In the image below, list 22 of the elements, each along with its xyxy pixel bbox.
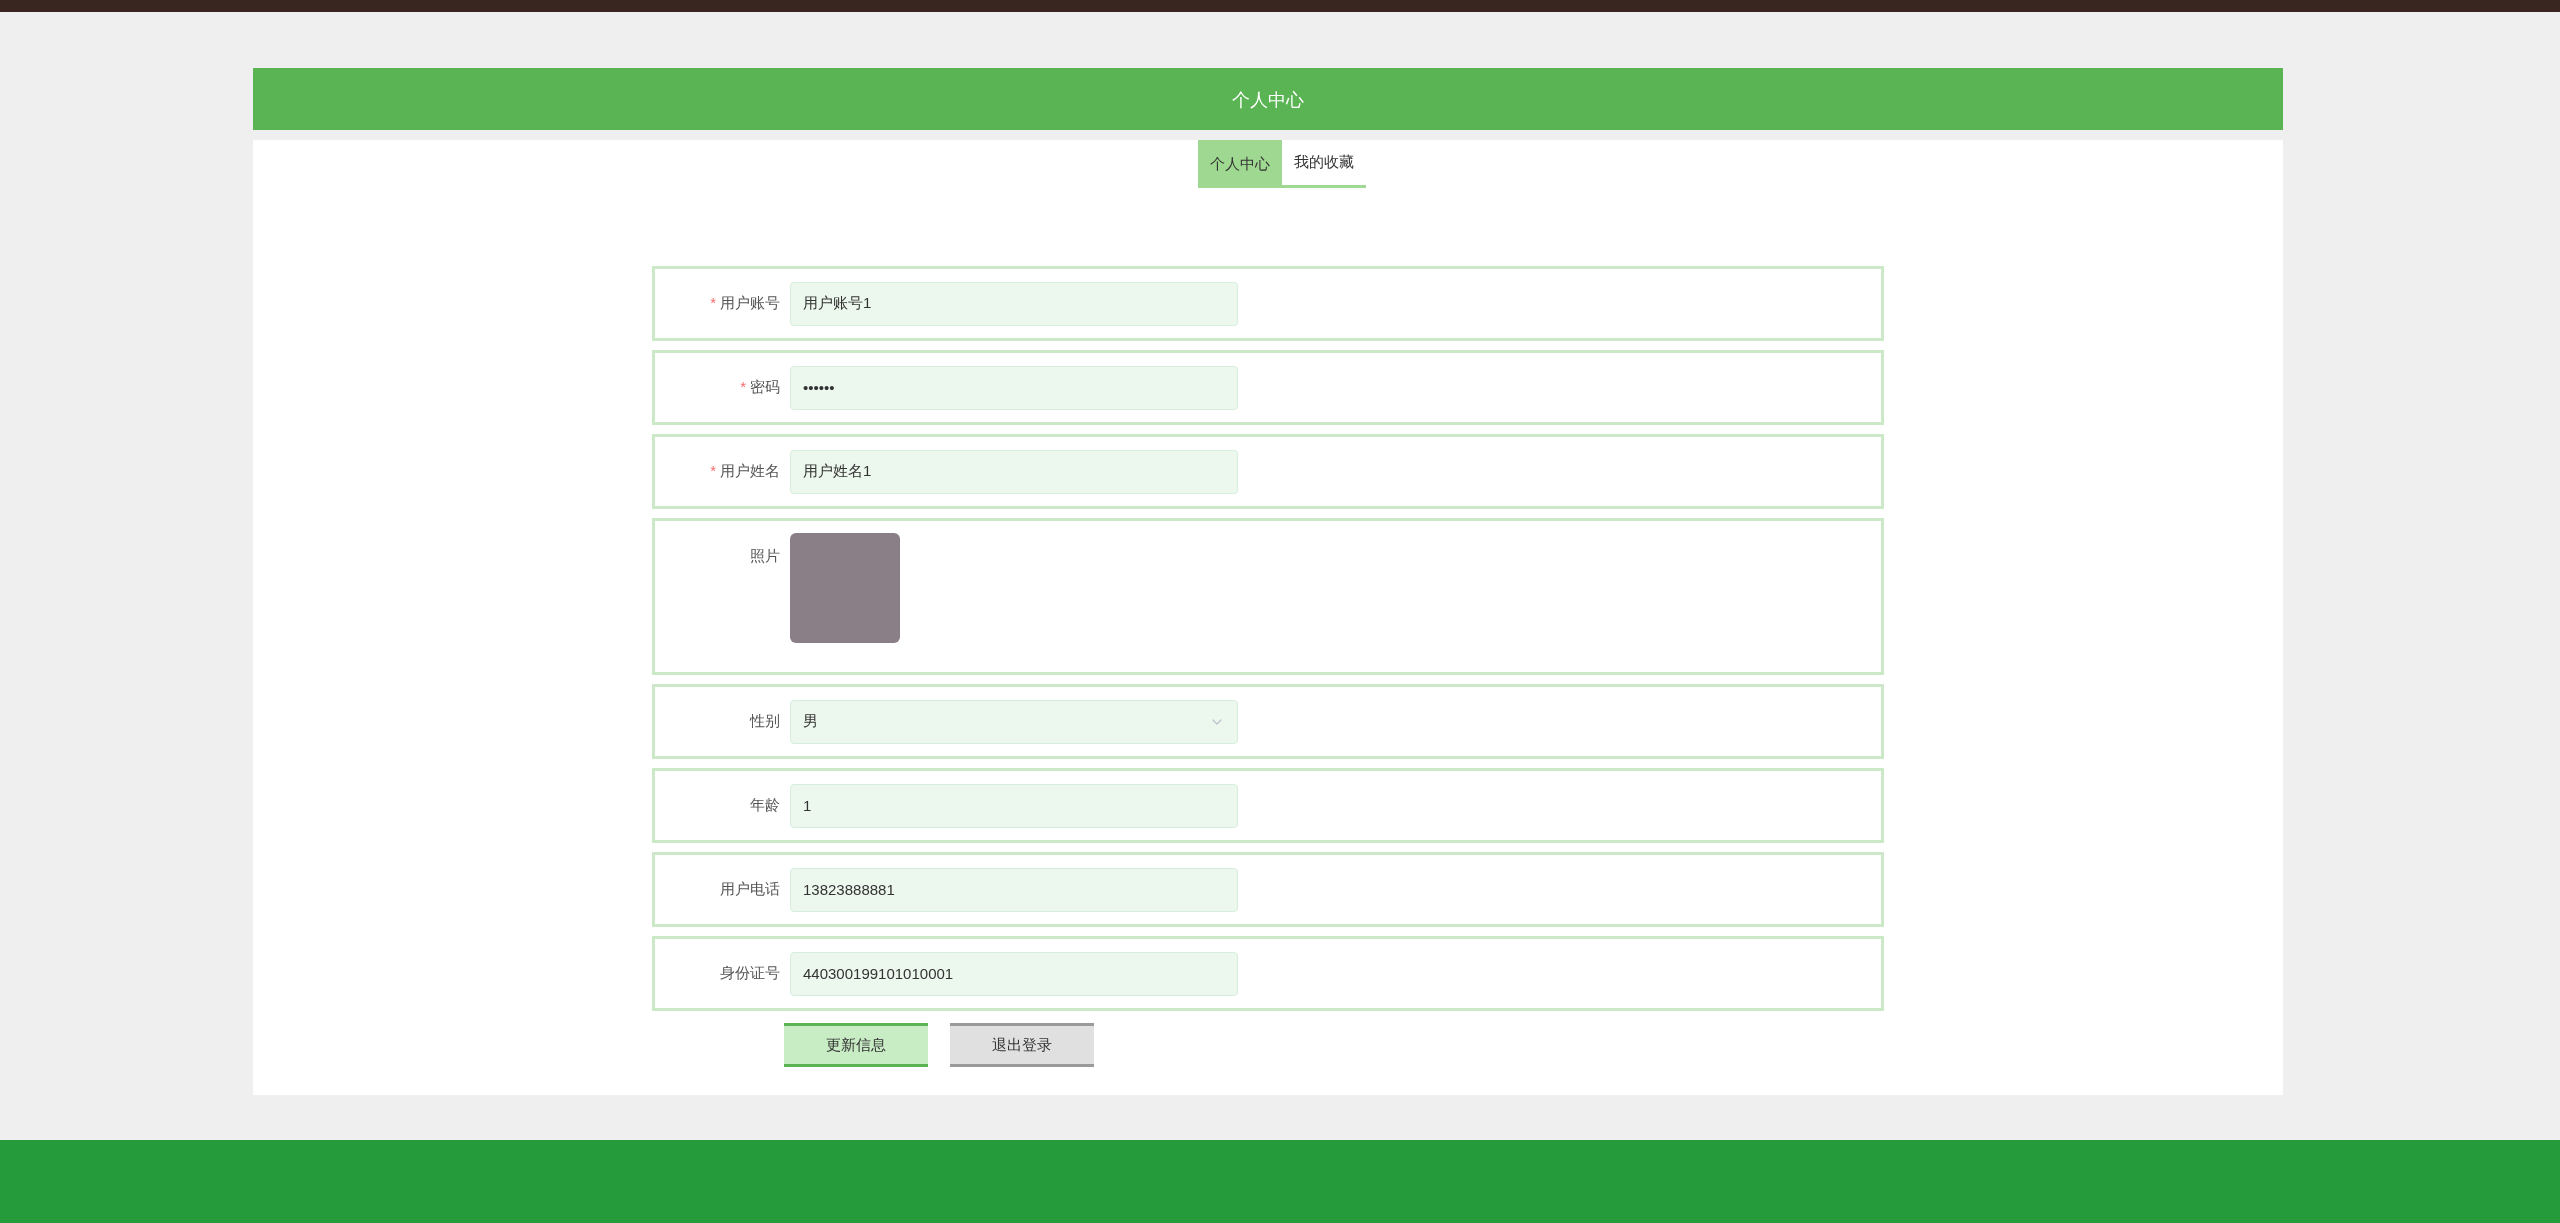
update-button[interactable]: 更新信息 (784, 1023, 928, 1067)
required-mark: * (740, 377, 746, 398)
field-label: 用户姓名 (720, 461, 780, 482)
input-field[interactable]: 用户账号1 (790, 281, 1238, 326)
input-field[interactable]: 13823888881 (790, 867, 1238, 912)
logout-button[interactable]: 退出登录 (950, 1023, 1094, 1067)
input-field[interactable]: 440300199101010001 (790, 951, 1238, 996)
field-label: 身份证号 (720, 963, 780, 984)
input-field[interactable]: •••••• (790, 365, 1238, 410)
field-label: 照片 (750, 546, 780, 566)
gender-select[interactable]: 男 (790, 699, 1238, 744)
page-title: 个人中心 (1232, 89, 1304, 112)
field-label: 密码 (750, 377, 780, 398)
required-mark: * (710, 461, 716, 482)
field-label: 性别 (750, 711, 780, 732)
required-mark: * (710, 293, 716, 314)
input-field[interactable]: 1 (790, 783, 1238, 828)
tab[interactable]: 个人中心 (1198, 140, 1282, 188)
input-field[interactable]: 用户姓名1 (790, 449, 1238, 494)
field-label: 用户电话 (720, 879, 780, 900)
field-label: 年龄 (750, 795, 780, 816)
field-label: 用户账号 (720, 293, 780, 314)
